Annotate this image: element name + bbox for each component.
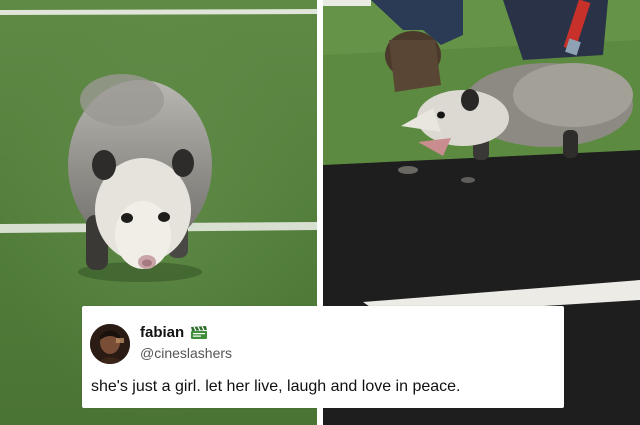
avatar-image (90, 324, 130, 364)
tweet-display-name[interactable]: fabian (140, 324, 184, 342)
tweet-card[interactable]: fabian @cineslashers she's just a girl. … (82, 306, 564, 408)
meme-canvas: fabian @cineslashers she's just a girl. … (0, 0, 640, 425)
tweet-text: she's just a girl. let her live, laugh a… (91, 378, 461, 395)
tweet-handle[interactable]: @cineslashers (140, 345, 232, 362)
avatar[interactable] (90, 324, 130, 364)
clapper-board-icon (191, 326, 207, 339)
